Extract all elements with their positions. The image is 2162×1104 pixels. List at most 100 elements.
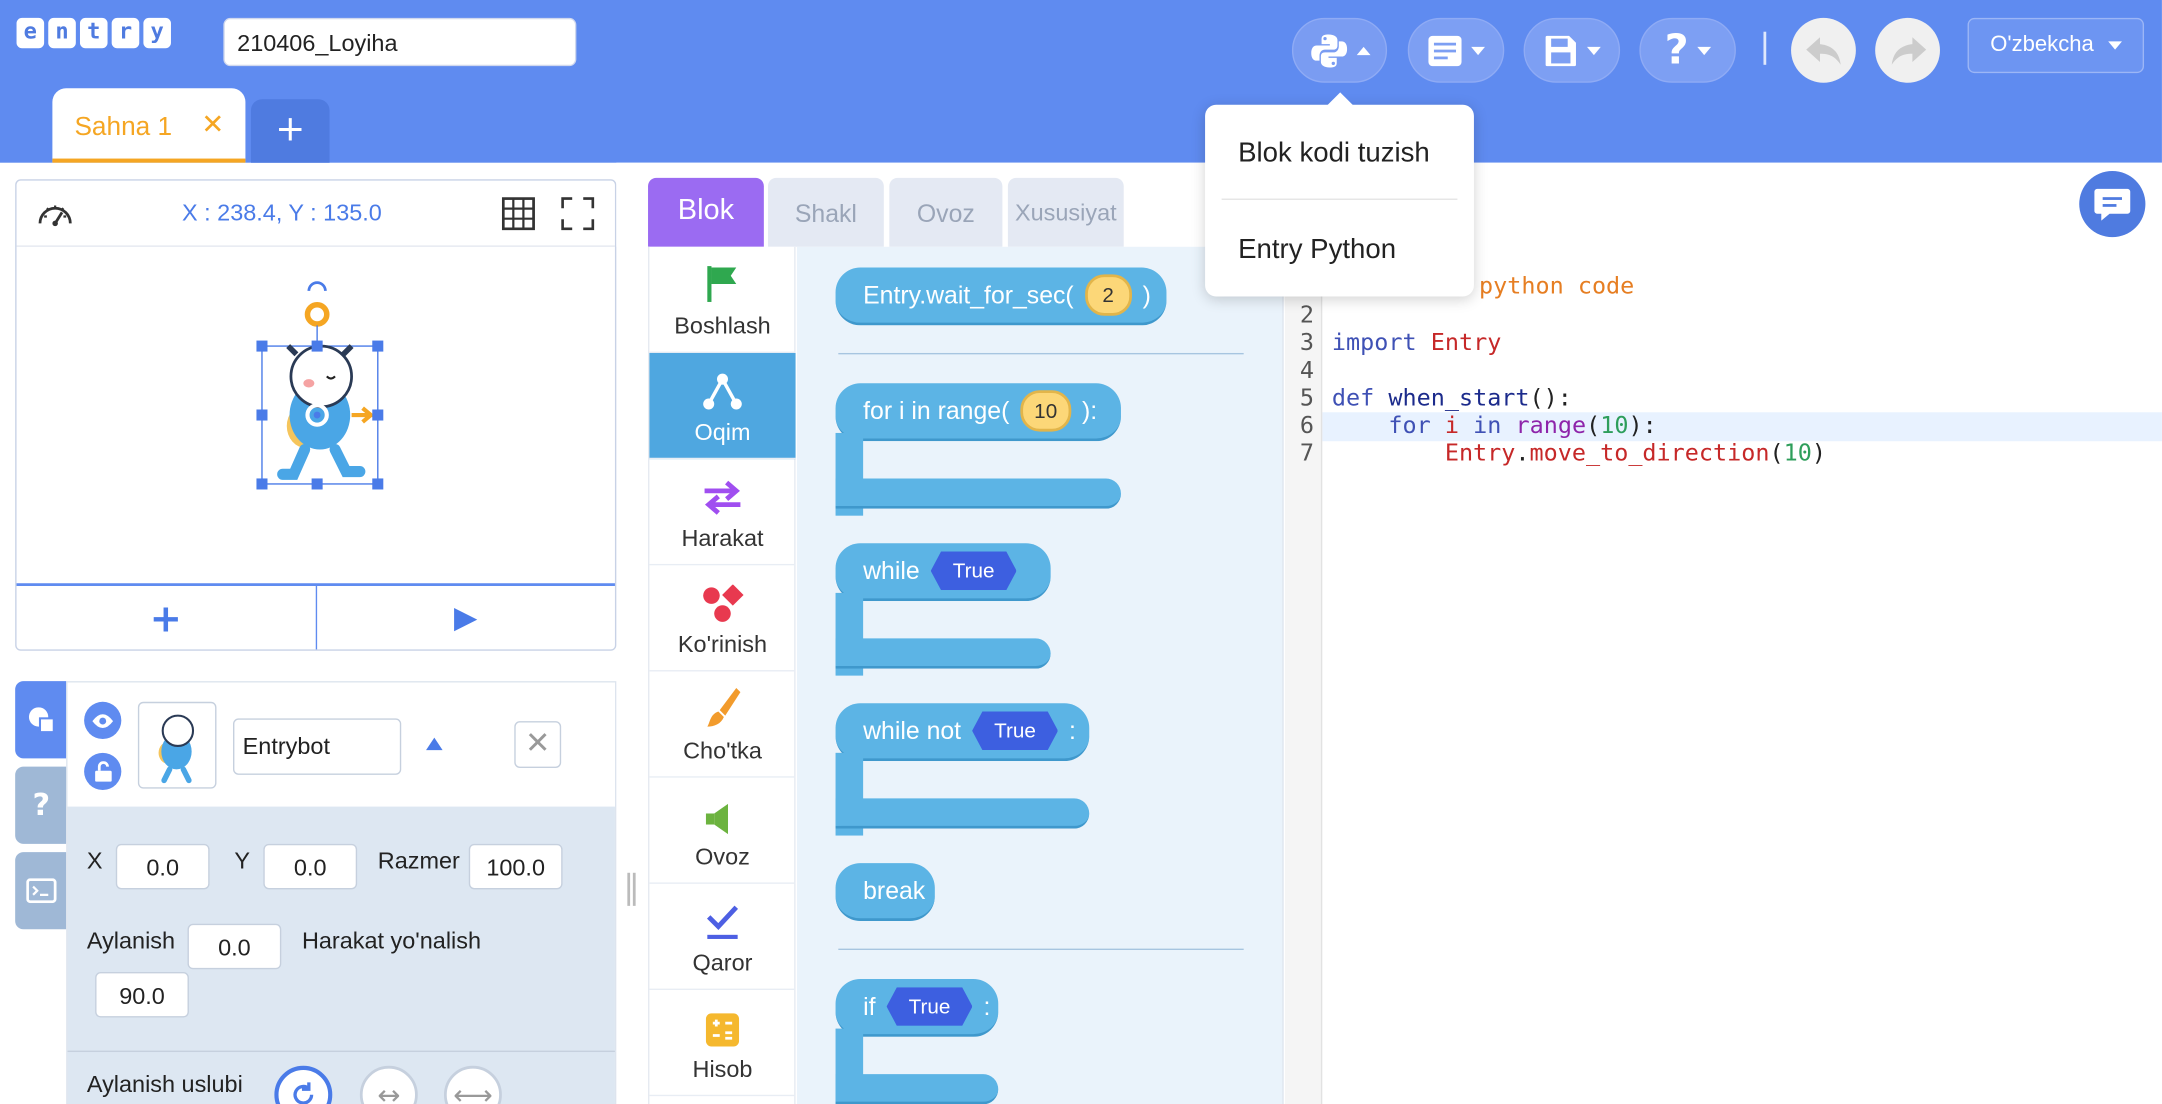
- line-number: 4: [1299, 357, 1314, 385]
- panel-resize-handle[interactable]: [627, 872, 636, 906]
- entrybot-sprite[interactable]: [244, 277, 390, 492]
- block-text: break: [863, 876, 926, 904]
- block-text: while not: [863, 716, 962, 744]
- category-oqim[interactable]: Oqim: [649, 352, 796, 460]
- python-icon: [1310, 33, 1347, 67]
- help-menu-button[interactable]: ?: [1639, 17, 1736, 83]
- category-ovoz[interactable]: Ovoz: [649, 778, 796, 884]
- block-text: ):: [1082, 396, 1098, 424]
- play-icon: ▶: [454, 600, 478, 635]
- python-code-editor[interactable]: 2 3 4 5 6 7 's python code import Entry …: [1285, 246, 2162, 1104]
- chat-button[interactable]: [2079, 170, 2146, 238]
- speed-gauge-icon[interactable]: [36, 196, 75, 232]
- python-mode-button[interactable]: [1291, 17, 1388, 83]
- block-wait-for-sec[interactable]: Entry.wait_for_sec( 2 ): [835, 267, 1167, 326]
- caret-down-icon: [1471, 46, 1485, 55]
- code-token: move_to_direction: [1529, 439, 1770, 468]
- question-icon: ?: [32, 787, 51, 823]
- block-number-input[interactable]: 10: [1020, 390, 1071, 432]
- script-menu-button[interactable]: [1407, 17, 1505, 83]
- no-rotate-icon: ⟷: [453, 1078, 493, 1104]
- line-number: 6: [1299, 412, 1314, 440]
- category-label: Ovoz: [695, 843, 750, 871]
- block-boolean-input[interactable]: True: [972, 711, 1059, 751]
- tab-shakl[interactable]: Shakl: [767, 177, 884, 247]
- x-label: X: [86, 847, 103, 875]
- language-select[interactable]: O'zbekcha: [1967, 17, 2145, 74]
- delete-object-button[interactable]: ✕: [514, 721, 562, 768]
- close-icon[interactable]: ✕: [201, 108, 224, 141]
- block-footer: [835, 1074, 999, 1104]
- tab-objects[interactable]: [15, 681, 68, 759]
- rotation-input[interactable]: 0.0: [187, 923, 282, 970]
- save-menu-button[interactable]: [1523, 17, 1621, 83]
- visibility-toggle[interactable]: [84, 701, 122, 740]
- redo-button[interactable]: [1875, 17, 1940, 83]
- project-name-input[interactable]: 210406_Loyiha: [223, 17, 577, 67]
- block-boolean-input[interactable]: True: [886, 987, 973, 1026]
- tab-blok[interactable]: Blok: [648, 177, 764, 247]
- block-number-input[interactable]: 2: [1084, 274, 1132, 316]
- flag-icon: [707, 266, 737, 302]
- tab-console[interactable]: [15, 852, 68, 930]
- category-label: Harakat: [681, 525, 764, 552]
- tab-ovoz[interactable]: Ovoz: [889, 177, 1003, 247]
- add-scene-button[interactable]: +: [250, 99, 330, 163]
- lock-toggle[interactable]: [84, 752, 122, 791]
- block-while-not[interactable]: while not True :: [835, 703, 1090, 762]
- block-for-range[interactable]: for i in range( 10 ):: [835, 383, 1121, 442]
- undo-button[interactable]: [1791, 17, 1856, 83]
- block-text: :: [1069, 716, 1076, 744]
- direction-input[interactable]: 90.0: [95, 972, 189, 1018]
- logo-letter: r: [111, 17, 140, 49]
- line-number-gutter: 2 3 4 5 6 7: [1285, 246, 1323, 1104]
- y-label: Y: [234, 847, 251, 875]
- palette-separator: [838, 352, 1244, 355]
- category-korinish[interactable]: Ko'rinish: [649, 565, 796, 672]
- line-number: 2: [1299, 301, 1314, 330]
- grid-icon[interactable]: [501, 197, 535, 231]
- line-number: 7: [1299, 439, 1314, 468]
- category-chotka[interactable]: Cho'tka: [649, 671, 796, 778]
- block-break[interactable]: break: [835, 863, 935, 922]
- rotation-free-button[interactable]: [274, 1065, 333, 1104]
- check-icon: [706, 905, 739, 939]
- category-label: Oqim: [694, 419, 751, 446]
- entry-logo[interactable]: e n t r y: [16, 17, 171, 49]
- stage-toolbar: X : 238.4, Y : 135.0: [16, 181, 615, 247]
- category-qaror[interactable]: Qaror: [649, 884, 796, 990]
- category-boshlash[interactable]: Boshlash: [649, 247, 796, 353]
- block-text: :: [983, 992, 991, 1020]
- block-category-list: Boshlash Oqim Harakat Ko'rinish Cho'tka …: [648, 246, 796, 1104]
- menu-item-entry-python[interactable]: Entry Python: [1238, 234, 1396, 266]
- category-harakat[interactable]: Harakat: [649, 459, 796, 566]
- calculator-icon: [705, 1013, 740, 1047]
- tab-xususiyat[interactable]: Xususiyat: [1007, 177, 1124, 247]
- collapse-icon[interactable]: [426, 737, 443, 751]
- header-divider: [1763, 31, 1767, 65]
- code-token: range: [1515, 412, 1587, 440]
- x-input[interactable]: 0.0: [115, 843, 210, 890]
- block-while[interactable]: while True: [835, 543, 1051, 602]
- code-token: ():: [1529, 384, 1572, 413]
- category-hisob[interactable]: Hisob: [649, 990, 796, 1097]
- tab-help[interactable]: ?: [15, 766, 68, 844]
- stage-coordinates: X : 238.4, Y : 135.0: [182, 199, 382, 227]
- object-thumbnail[interactable]: [137, 701, 217, 789]
- block-boolean-input[interactable]: True: [930, 551, 1017, 591]
- size-input[interactable]: 100.0: [468, 843, 563, 890]
- rotation-horizontal-button[interactable]: ↔: [359, 1065, 418, 1104]
- add-object-button[interactable]: +: [17, 585, 317, 650]
- code-token: import: [1331, 329, 1417, 358]
- move-arrows-icon: [704, 480, 741, 515]
- menu-item-block-code[interactable]: Blok kodi tuzish: [1238, 138, 1430, 170]
- looks-icon: [703, 584, 744, 622]
- scene-tab-label: Sahna 1: [74, 113, 173, 143]
- run-button[interactable]: ▶: [316, 586, 615, 649]
- tab-scene-1[interactable]: Sahna 1 ✕: [52, 88, 246, 163]
- rotation-none-button[interactable]: ⟷: [443, 1065, 502, 1104]
- object-name-input[interactable]: Entrybot: [233, 718, 402, 775]
- y-input[interactable]: 0.0: [263, 843, 358, 890]
- fullscreen-icon[interactable]: [561, 197, 595, 231]
- object-panel: Entrybot ✕ X 0.0 Y 0.0 Razmer 100.0 Ayla…: [66, 681, 617, 1104]
